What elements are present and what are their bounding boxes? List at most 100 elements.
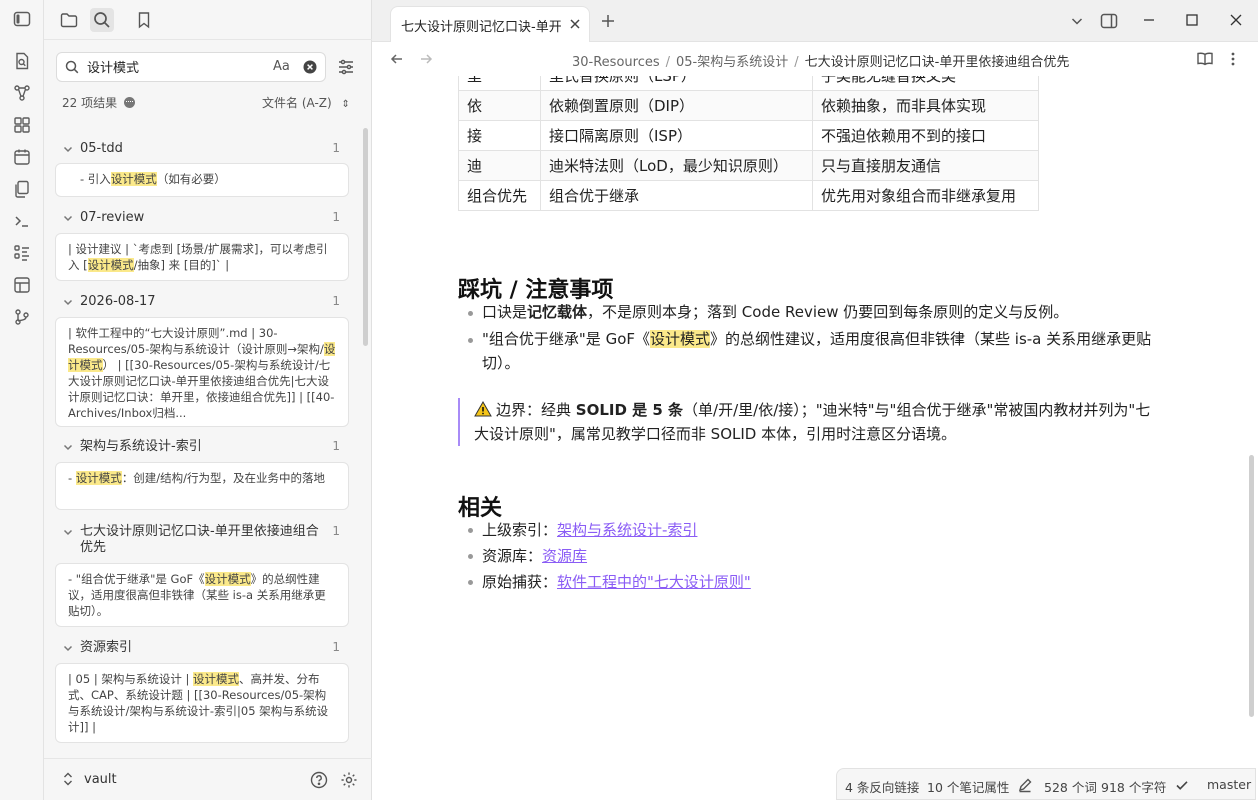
snippet-text: - 引入 [80, 172, 111, 186]
snippet-text: ：创建/结构/行为型，及在业务中的落地 [121, 471, 326, 485]
result-file-header[interactable]: 05-tdd 1 [44, 138, 362, 162]
folder-icon[interactable] [57, 8, 81, 32]
sidebar-scrollbar[interactable] [363, 128, 368, 346]
internal-link[interactable]: 架构与系统设计-索引 [557, 521, 697, 539]
reading-view-icon[interactable] [1196, 51, 1214, 67]
chevron-down-icon[interactable] [62, 642, 74, 654]
clear-search-icon[interactable] [303, 60, 317, 74]
result-group: 07-review 1 | 设计建议 | `考虑到 [场景/扩展需求]，可以考虑… [44, 207, 362, 281]
breadcrumb-current[interactable]: 七大设计原则记忆口诀-单开里依接迪组合优先 [805, 55, 1070, 70]
list-item: 资源库：资源库 [468, 543, 751, 569]
result-group: 七大设计原则记忆口诀-单开里依接迪组合优先 1 - "组合优于继承"是 GoF《… [44, 521, 362, 627]
result-snippet[interactable]: - 设计模式：创建/结构/行为型，及在业务中的落地 [55, 462, 349, 510]
vault-name[interactable]: vault [84, 772, 117, 787]
result-file-header[interactable]: 架构与系统设计-索引 1 [44, 436, 362, 460]
git-icon[interactable] [12, 307, 32, 327]
match-case-toggle[interactable]: Aa [273, 59, 290, 74]
snippet-text: （如有必要） [156, 172, 226, 186]
text: ，不是原则本身；落到 Code Review 仍要回到每条原则的定义与反例。 [587, 303, 1069, 321]
result-snippet[interactable]: - 引入设计模式（如有必要） [55, 163, 349, 197]
result-file-header[interactable]: 资源索引 1 [44, 637, 362, 661]
quick-switcher-icon[interactable] [12, 51, 32, 71]
result-snippet[interactable]: | 软件工程中的“七大设计原则”.md | 30-Resources/05-架构… [55, 317, 349, 427]
search-icon [65, 60, 79, 74]
help-icon[interactable] [310, 771, 328, 789]
sidebar-toggle-icon[interactable] [12, 9, 32, 29]
close-window-icon[interactable] [1229, 13, 1243, 27]
bookmark-icon[interactable] [132, 8, 156, 32]
result-file-header[interactable]: 2026-08-17 1 [44, 291, 362, 315]
new-tab-icon[interactable] [601, 14, 615, 28]
note-content: 里里氏替换原则（LSP） 子类能无缝替换父类依依赖倒置原则（DIP） 依赖抽象，而非… [458, 76, 1178, 726]
result-snippet[interactable]: | 05 | 架构与系统设计 | 设计模式、高并发、分布式、CAP、系统设计题 … [55, 663, 349, 743]
mnemonic-cell: 组合优先 [458, 180, 541, 211]
chevron-down-icon[interactable] [62, 296, 74, 308]
search-tab-icon[interactable] [90, 8, 114, 32]
result-count: 22 项结果 [62, 94, 135, 111]
close-tab-icon[interactable] [569, 18, 581, 30]
result-file-name: 资源索引 [80, 640, 133, 655]
breadcrumb: 30-Resources/05-架构与系统设计 / 七大设计原则记忆口诀-单开里依接… [572, 55, 1070, 70]
git-branch[interactable]: master [1207, 777, 1251, 792]
right-sidebar-toggle-icon[interactable] [1099, 11, 1119, 31]
vault-switch-icon[interactable] [62, 771, 76, 787]
more-options-icon[interactable] [123, 97, 135, 108]
callout-text: 边界：经典 [496, 401, 576, 419]
minimize-icon[interactable] [1142, 13, 1156, 27]
chevron-down-icon[interactable] [62, 441, 74, 453]
graph-view-icon[interactable] [12, 83, 32, 103]
edit-pencil-icon[interactable] [1017, 777, 1033, 793]
daily-note-icon[interactable] [12, 147, 32, 167]
result-file-header[interactable]: 七大设计原则记忆口诀-单开里依接迪组合优先 1 [44, 521, 362, 555]
more-options-vertical-icon[interactable] [1230, 51, 1236, 67]
command-palette-icon[interactable] [12, 211, 32, 231]
forward-arrow-icon[interactable] [419, 52, 433, 66]
pitfalls-list: 口诀是记忆载体，不是原则本身；落到 Code Review 仍要回到每条原则的定… [468, 300, 1158, 375]
sync-check-icon[interactable] [1175, 778, 1189, 792]
match-count: 1 [332, 439, 340, 453]
properties-count[interactable]: 10 个笔记属性 [927, 777, 1009, 796]
back-arrow-icon[interactable] [390, 52, 404, 66]
breadcrumb-item[interactable]: 30-Resources [572, 55, 660, 70]
search-input[interactable] [87, 59, 267, 74]
backlinks-count[interactable]: 4 条反向链接 [845, 777, 919, 796]
internal-link[interactable]: 软件工程中的"七大设计原则" [557, 573, 751, 591]
principle-cell: 里氏替换原则（LSP） [540, 76, 813, 91]
text: 上级索引： [482, 521, 558, 539]
result-group: 2026-08-17 1 | 软件工程中的“七大设计原则”.md | 30-Re… [44, 291, 362, 427]
tab-bar: 七大设计原则记忆口诀-单开里依接迪组合优先 [372, 0, 1258, 42]
result-file-header[interactable]: 07-review 1 [44, 207, 362, 231]
chevron-down-icon[interactable] [62, 526, 74, 538]
result-snippet[interactable]: | 设计建议 | `考虑到 [场景/扩展需求]，可以考虑引入 [设计模式/抽象]… [55, 233, 349, 281]
table-row: 迪迪米特法则（LoD，最少知识原则） 只与直接朋友通信 [458, 150, 1039, 181]
tab-list-chevron-icon[interactable] [1070, 14, 1084, 28]
table-row: 里里氏替换原则（LSP） 子类能无缝替换父类 [458, 76, 1039, 91]
outline-icon[interactable] [12, 243, 32, 263]
canvas-icon[interactable] [12, 115, 32, 135]
match-count: 1 [332, 294, 340, 308]
tab-active-note[interactable]: 七大设计原则记忆口诀-单开里依接迪组合优先 [390, 6, 590, 42]
internal-link[interactable]: 资源库 [542, 547, 587, 565]
search-settings-icon[interactable] [337, 58, 355, 76]
chevron-down-icon[interactable] [62, 212, 74, 224]
principle-cell: 迪米特法则（LoD，最少知识原则） [540, 150, 813, 181]
editor-scrollbar[interactable] [1249, 455, 1254, 717]
settings-gear-icon[interactable] [340, 771, 358, 789]
tab-title: 七大设计原则记忆口诀-单开里依接迪组合优先 [401, 20, 561, 35]
chevron-down-icon[interactable] [62, 143, 74, 155]
layout-icon[interactable] [12, 275, 32, 295]
maximize-icon[interactable] [1185, 13, 1199, 27]
snippet-highlight: 设计模式 [110, 172, 157, 186]
vault-footer: vault [44, 758, 372, 800]
principle-cell: 接口隔离原则（ISP） [540, 120, 813, 151]
result-file-name: 七大设计原则记忆口诀-单开里依接迪组合优先 [80, 524, 319, 555]
templates-icon[interactable] [12, 179, 32, 199]
breadcrumb-item[interactable]: 05-架构与系统设计 [676, 55, 788, 70]
list-item: 上级索引：架构与系统设计-索引 [468, 517, 751, 543]
sort-dropdown[interactable]: 文件名 (A-Z) ⇕ [262, 94, 350, 111]
snippet-text: | 软件工程中的“七大设计原则”.md | 30-Resources/05-架构… [68, 326, 324, 356]
text: "组合优于继承"是 GoF《 [482, 330, 650, 348]
result-file-name: 05-tdd [80, 141, 123, 156]
result-snippet[interactable]: - "组合优于继承"是 GoF《设计模式》的总纲性建议，适用度很高但非铁律（某些… [55, 563, 349, 627]
list-item: 口诀是记忆载体，不是原则本身；落到 Code Review 仍要回到每条原则的定… [468, 300, 1158, 324]
